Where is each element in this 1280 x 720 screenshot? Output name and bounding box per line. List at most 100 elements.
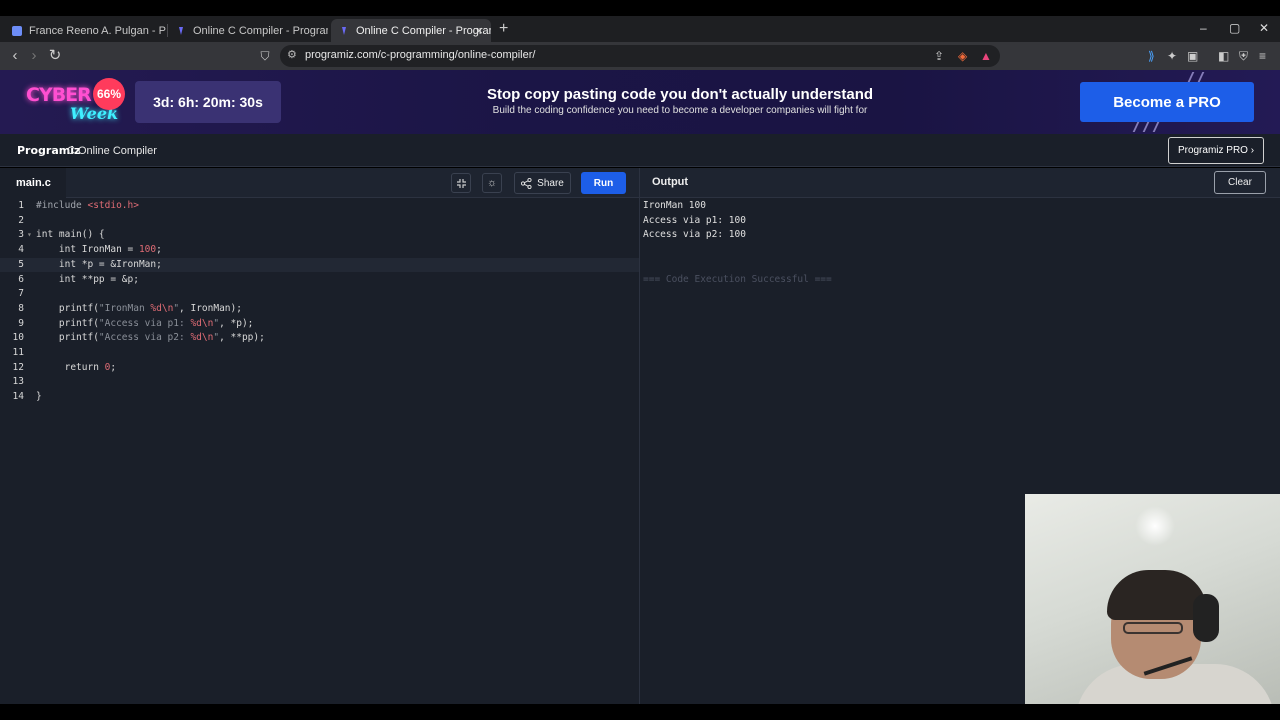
line-number: 4	[18, 244, 24, 256]
decor-stripe	[1132, 122, 1140, 132]
code-line[interactable]: 8 printf("IronMan %d\n", IronMan);	[0, 302, 639, 317]
promo-headline: Stop copy pasting code you don't actuall…	[486, 86, 874, 103]
decor-stripe	[1197, 72, 1205, 82]
code-text: int *p = &IronMan;	[36, 258, 162, 270]
run-button[interactable]: Run	[581, 172, 626, 194]
line-number: 12	[12, 361, 24, 373]
execution-status: === Code Execution Successful ===	[643, 273, 832, 285]
back-arrow-icon[interactable]: ‹	[5, 46, 25, 66]
promo-subline: Build the coding confidence you need to …	[492, 105, 868, 116]
minimize-icon[interactable]: –	[1200, 21, 1207, 35]
maximize-icon[interactable]: ▢	[1229, 21, 1240, 35]
code-line[interactable]: 3 ▾ int main() {	[0, 228, 639, 243]
line-number: 7	[18, 288, 24, 300]
code-line[interactable]: 1 #include <stdio.h>	[0, 199, 639, 214]
app-header: Programiz C Online Compiler Programiz PR…	[0, 134, 1280, 167]
output-line: Access via p1: 100	[643, 214, 746, 226]
code-line[interactable]: 5 int *p = &IronMan;	[0, 257, 639, 273]
code-editor[interactable]: 1 #include <stdio.h> 2 3 ▾ int main() {4 int …	[0, 198, 639, 704]
code-text: printf("Access via p2: %d\n", **pp);	[36, 332, 265, 344]
code-line[interactable]: 14}	[0, 390, 639, 405]
presenter-hair	[1107, 570, 1207, 620]
reload-icon[interactable]: ↻	[45, 46, 65, 66]
decor-stripe	[1152, 122, 1160, 132]
browser-tab-1[interactable]: France Reeno A. Pulgan - Presentatio	[4, 19, 166, 42]
file-tab[interactable]: main.c	[0, 168, 66, 198]
browser-tab-strip: France Reeno A. Pulgan - Presentatio Onl…	[0, 16, 1280, 42]
bookmark-icon[interactable]: ⛉	[255, 46, 275, 66]
programiz-pro-button[interactable]: Programiz PRO ›	[1168, 137, 1264, 164]
code-line[interactable]: 9 printf("Access via p1: %d\n", *p);	[0, 317, 639, 332]
webcam-overlay	[1025, 494, 1280, 704]
extensions-icon[interactable]: ✦	[1167, 49, 1177, 63]
share-icon	[521, 177, 532, 189]
output-line: IronMan 100	[643, 200, 706, 211]
brave-shield-icon[interactable]: ◈	[958, 49, 967, 63]
code-line[interactable]: 4 int IronMan = 100;	[0, 243, 639, 258]
fold-chevron-icon[interactable]: ▾	[27, 228, 32, 243]
code-line[interactable]: 7	[0, 287, 639, 302]
line-number: 14	[12, 391, 24, 403]
programiz-favicon-icon	[179, 26, 183, 35]
browser-tab-2[interactable]: Online C Compiler - Programiz	[168, 19, 328, 42]
become-pro-button[interactable]: Become a PRO	[1080, 82, 1254, 122]
wallet-icon[interactable]: ▣	[1187, 49, 1198, 63]
discount-badge: 66%	[93, 78, 125, 110]
decor-stripe	[1187, 72, 1195, 82]
browser-tab-3-active[interactable]: Online C Compiler - Programiz ×	[331, 19, 491, 42]
vpn-shield-icon[interactable]: ⛨	[1239, 49, 1248, 64]
ceiling-light	[1135, 506, 1175, 546]
code-line[interactable]: 13	[0, 375, 639, 390]
headset-icon	[1193, 594, 1219, 642]
clear-button[interactable]: Clear	[1214, 171, 1266, 194]
presentation-favicon-icon	[12, 25, 22, 36]
site-settings-icon[interactable]: ⚙	[287, 48, 297, 61]
share-page-icon[interactable]: ⇪	[934, 49, 944, 63]
line-number: 2	[18, 214, 24, 226]
code-text: printf("IronMan %d\n", IronMan);	[36, 302, 242, 314]
share-button[interactable]: Share	[514, 172, 571, 194]
code-line[interactable]: 11	[0, 346, 639, 361]
output-title: Output	[652, 176, 689, 188]
line-number: 5	[18, 258, 24, 270]
sidebar-icon[interactable]: ◧	[1218, 49, 1229, 63]
code-text: int main() {	[36, 229, 105, 241]
menu-icon[interactable]: ≡	[1259, 49, 1266, 63]
code-line[interactable]: 12 return 0;	[0, 361, 639, 376]
output-toolbar: Output Clear	[640, 168, 1280, 198]
address-bar[interactable]: ⚙ programiz.com/c-programming/online-com…	[280, 45, 1000, 67]
countdown-timer: 3d: 6h: 20m: 30s	[135, 81, 281, 123]
close-tab-icon[interactable]: ×	[475, 23, 483, 38]
brave-rewards-icon[interactable]: ▲	[980, 49, 992, 63]
close-window-icon[interactable]: ✕	[1259, 21, 1269, 35]
code-text: printf("Access via p1: %d\n", *p);	[36, 317, 254, 329]
code-text: int **pp = &p;	[36, 273, 139, 285]
editor-toolbar: main.c ☼ Share Run	[0, 168, 639, 198]
new-tab-button[interactable]: +	[499, 20, 508, 38]
code-text: }	[36, 391, 42, 403]
theme-toggle-icon[interactable]: ☼	[482, 173, 502, 193]
audio-icon[interactable]: ⟫	[1148, 49, 1155, 63]
code-line[interactable]: 10 printf("Access via p2: %d\n", **pp);	[0, 331, 639, 346]
video-letterbox-bottom	[0, 704, 1280, 720]
line-number: 13	[12, 376, 24, 388]
collapse-icon[interactable]	[451, 173, 471, 193]
code-line[interactable]: 6 int **pp = &p;	[0, 273, 639, 288]
browser-toolbar: ‹ › ↻ ⛉ ⚙ programiz.com/c-programming/on…	[0, 42, 1280, 70]
code-text: return 0;	[36, 361, 117, 373]
line-number: 6	[18, 273, 24, 285]
line-number: 1	[18, 200, 24, 211]
forward-arrow-icon[interactable]: ›	[24, 46, 44, 66]
cyber-logo-text: CYBER	[26, 84, 92, 106]
browser-tab-title: Online C Compiler - Programiz	[356, 24, 491, 37]
line-number: 10	[12, 332, 24, 344]
line-number: 9	[18, 317, 24, 329]
code-line[interactable]: 2	[0, 214, 639, 229]
promo-banner[interactable]: CYBER Week 66% 3d: 6h: 20m: 30s Stop cop…	[0, 70, 1280, 134]
code-text: #include <stdio.h>	[36, 200, 139, 211]
collapse-arrows-icon	[456, 178, 466, 188]
browser-tab-title: Online C Compiler - Programiz	[193, 24, 328, 37]
page-title: C Online Compiler	[67, 145, 157, 157]
code-text: int IronMan = 100;	[36, 244, 162, 256]
url-text: programiz.com/c-programming/online-compi…	[305, 49, 536, 61]
